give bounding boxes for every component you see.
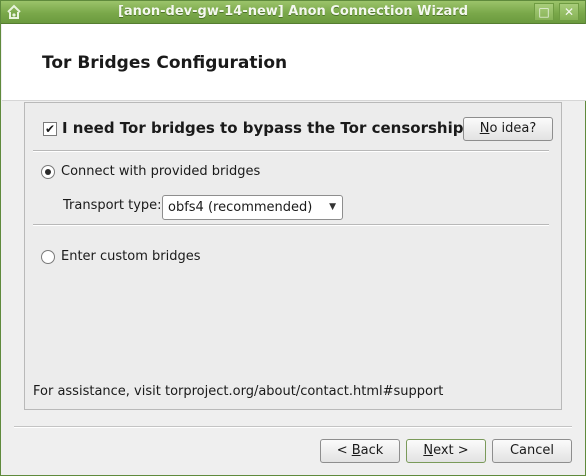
no-idea-button[interactable]: No idea? [463,117,553,141]
custom-bridges-radio[interactable] [41,250,55,264]
maximize-icon: □ [538,5,550,19]
provided-bridges-label[interactable]: Connect with provided bridges [61,164,260,179]
chevron-down-icon: ▼ [329,202,336,212]
custom-bridges-label[interactable]: Enter custom bridges [61,249,201,264]
back-button[interactable]: < Back [320,439,400,463]
bridges-checkbox[interactable]: ✔ [43,122,57,136]
app-logo-icon[interactable] [5,3,23,21]
window-title: [anon-dev-gw-14-new] Anon Connection Wiz… [117,4,469,19]
back-mnemonic: B [351,443,361,458]
transport-type-value: obfs4 (recommended) [168,200,313,215]
close-icon: ✕ [563,5,575,19]
close-button[interactable]: ✕ [559,3,579,21]
no-idea-mnemonic: N [479,121,490,136]
separator [33,150,549,152]
transport-type-select[interactable]: obfs4 (recommended) ▼ [162,195,343,220]
bridges-checkbox-label[interactable]: I need Tor bridges to bypass the Tor cen… [62,119,469,137]
no-idea-label: o idea? [489,121,537,136]
transport-type-label: Transport type: [63,198,162,213]
separator [33,224,549,226]
title-bar[interactable]: [anon-dev-gw-14-new] Anon Connection Wiz… [1,1,585,24]
page-header: Tor Bridges Configuration [2,24,586,101]
back-label: ack [360,443,384,458]
checkmark-icon: ✔ [44,122,56,136]
next-mnemonic: N [423,443,434,458]
next-button[interactable]: Next > [406,439,486,463]
provided-bridges-radio[interactable] [41,165,55,179]
footer-separator [14,426,572,428]
next-label: ext > [433,443,469,458]
cancel-button[interactable]: Cancel [492,439,572,463]
page-title: Tor Bridges Configuration [42,53,288,73]
maximize-button[interactable]: □ [534,3,554,21]
assistance-text: For assistance, visit torproject.org/abo… [33,384,444,399]
back-prefix: < [336,443,352,458]
